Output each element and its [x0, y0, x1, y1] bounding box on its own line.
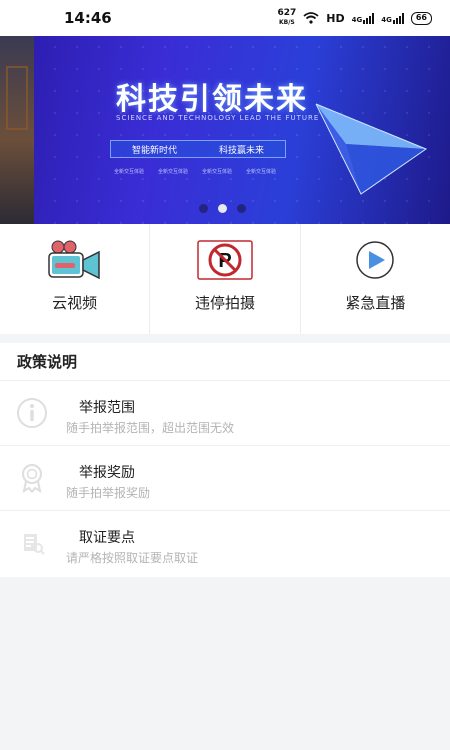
banner-carousel[interactable]: 科技引领未来 SCIENCE AND TECHNOLOGY LEAD THE F…: [0, 36, 450, 224]
policy-section: 政策说明 举报范围 随手拍举报范围，超出范围无效 举报奖励 随手拍举报奖励 取证…: [0, 343, 450, 577]
carousel-dot[interactable]: [199, 204, 208, 213]
banner-tag-left: 智能新时代: [131, 145, 177, 156]
policy-item-report-reward[interactable]: 举报奖励 随手拍举报奖励: [0, 446, 450, 511]
policy-item-report-scope[interactable]: 举报范围 随手拍举报范围，超出范围无效: [0, 381, 450, 446]
banner-link: 全新交互体验: [158, 169, 189, 175]
menu-item-label: 云视频: [52, 294, 98, 312]
policy-item-title: 举报范围: [79, 400, 135, 416]
menu-item-label: 紧急直播: [345, 294, 406, 312]
policy-item-desc: 请严格按照取证要点取证: [66, 551, 199, 565]
hd-label: HD: [326, 11, 345, 25]
banner-link: 全新交互体验: [246, 169, 277, 175]
battery-icon: 66: [410, 11, 432, 25]
info-icon: [17, 398, 47, 428]
video-camera-icon: [47, 240, 100, 280]
status-bar: 14:46 627 KB/S HD 4G 4G 66: [0, 0, 450, 36]
policy-item-title: 举报奖励: [79, 465, 135, 481]
network-speed: 627 KB/S: [277, 8, 297, 27]
wifi-icon: [303, 12, 319, 24]
award-icon: [22, 464, 42, 494]
menu-item-label: 违停拍摄: [194, 294, 255, 312]
signal-bars-icon: [363, 12, 375, 24]
banner-links: 全新交互体验 全新交互体验 全新交互体验 全新交互体验: [114, 168, 276, 175]
banner-side-photo: [0, 36, 34, 224]
signal-1: 4G: [352, 12, 375, 24]
banner-triangle-graphic: [315, 103, 428, 195]
carousel-indicator: [199, 204, 246, 213]
carousel-dot-active[interactable]: [218, 204, 227, 213]
document-icon: [24, 534, 45, 555]
banner-link: 全新交互体验: [114, 169, 145, 175]
policy-item-title: 取证要点: [79, 530, 135, 546]
quick-menu: 云视频 P 违停拍摄 紧急直播: [0, 224, 450, 334]
policy-item-desc: 随手拍举报奖励: [66, 486, 151, 500]
signal-2: 4G: [381, 12, 404, 24]
banner-subtitle: SCIENCE AND TECHNOLOGY LEAD THE FUTURE: [116, 114, 320, 122]
menu-item-emergency-live[interactable]: 紧急直播: [301, 224, 450, 334]
banner-tagline: 智能新时代 科技赢未来: [110, 140, 286, 158]
carousel-dot[interactable]: [237, 204, 246, 213]
play-icon: [356, 241, 395, 279]
menu-item-cloud-video[interactable]: 云视频: [0, 224, 151, 334]
status-icons: 627 KB/S HD 4G 4G 66: [277, 9, 432, 27]
no-parking-icon: P: [197, 240, 253, 280]
banner-tag-right: 科技赢未来: [218, 145, 264, 156]
policy-item-evidence-points[interactable]: 取证要点 请严格按照取证要点取证: [0, 511, 450, 576]
banner-headline: 科技引领未来: [116, 82, 308, 117]
status-time: 14:46: [64, 9, 112, 27]
signal-bars-icon: [392, 12, 404, 24]
section-title: 政策说明: [0, 343, 450, 381]
banner-link: 全新交互体验: [202, 169, 233, 175]
menu-item-parking-violation[interactable]: P 违停拍摄: [150, 224, 301, 334]
policy-item-desc: 随手拍举报范围，超出范围无效: [66, 421, 235, 435]
